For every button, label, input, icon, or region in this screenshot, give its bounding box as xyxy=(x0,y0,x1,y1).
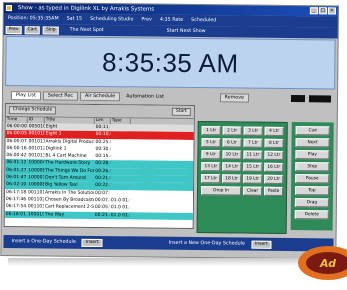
row-id: 100010 xyxy=(27,211,44,218)
hotkey-button[interactable]: 8 Ltr xyxy=(264,138,284,148)
prev-button[interactable]: Prev xyxy=(5,25,22,34)
hotkey-button[interactable]: 9 Ltr xyxy=(201,150,221,160)
cart-button[interactable]: Cart xyxy=(24,25,41,34)
transport-button-next[interactable]: Next xyxy=(295,138,330,148)
hotkey-button[interactable]: 17 Ltr xyxy=(201,174,221,184)
next-show-label: Start Next Show xyxy=(166,28,206,35)
insert-schedule-button[interactable]: Insert xyxy=(81,238,103,247)
row-title: The Way xyxy=(44,212,65,218)
row-length: 00:21.4 xyxy=(94,212,110,218)
level-meter-right xyxy=(308,94,332,102)
minimize-button[interactable]: _ xyxy=(309,7,318,15)
transport-button-top[interactable]: Top xyxy=(294,186,330,196)
prev-readout: Prev xyxy=(141,17,152,23)
transport-button-stop[interactable]: Stop xyxy=(295,162,330,172)
tab-air-schedule[interactable]: Air Schedule xyxy=(79,91,121,101)
hotkey-button[interactable]: 15 Ltr xyxy=(243,162,263,172)
hotkey-button[interactable]: 13 Ltr xyxy=(201,162,221,172)
clock-panel: 8:35:35 AM xyxy=(5,36,336,90)
automation-list-label: Automation List xyxy=(126,93,165,100)
level-meter xyxy=(290,94,306,102)
schedule-bar: Insert a One-Day Schedule Insert Insert … xyxy=(3,235,334,252)
hotkey-button[interactable]: 1 Ltr xyxy=(201,126,221,136)
hotkey-button[interactable]: 20 Ltr xyxy=(264,174,284,184)
hotkey-button[interactable]: 18 Ltr xyxy=(222,174,242,184)
next-spot-label: The Next Spot xyxy=(69,27,104,34)
scheduled-readout: Scheduled xyxy=(191,17,217,24)
transport-buttons: Cue Next Play Stop Pause Top Drag Delete xyxy=(290,122,334,231)
keypad-extra-button[interactable]: Paste xyxy=(263,186,284,196)
insert-new-schedule-label: Insert a New One-Day Schedule xyxy=(168,240,246,247)
transport-button-cue[interactable]: Cue xyxy=(295,126,330,136)
hotkey-button[interactable]: 2 Ltr xyxy=(222,126,242,136)
transport-button-drag[interactable]: Drag xyxy=(294,198,329,208)
position-readout: Position: 05:35:35AM xyxy=(7,16,59,22)
hotkey-button[interactable]: 12 Ltr xyxy=(264,150,284,160)
app-icon xyxy=(5,5,12,12)
transport-button-delete[interactable]: Delete xyxy=(294,210,329,220)
table-row[interactable]: 06:18:01.0 100010 The Way 00:21.4 01.0 01.0 … xyxy=(4,210,193,220)
row-extra: 01.0 01.0 0 xyxy=(110,212,130,218)
window-shadow xyxy=(8,258,330,266)
insert-new-schedule-button[interactable]: Insert xyxy=(250,240,272,249)
window-title: Show - as typed in Digilink XL by Arraki… xyxy=(17,5,155,13)
transport-button-pause[interactable]: Pause xyxy=(295,174,330,184)
row-time: 06:18:01.0 xyxy=(5,211,27,217)
close-button[interactable]: × xyxy=(327,7,336,15)
window-controls: _ □ × xyxy=(309,7,336,15)
hotkey-button[interactable]: 3 Ltr xyxy=(243,126,263,136)
transport-button-play[interactable]: Play xyxy=(295,150,330,160)
insert-schedule-label: Insert a One-Day Schedule xyxy=(11,239,76,245)
hotkey-button[interactable]: 19 Ltr xyxy=(243,174,263,184)
rate-readout: 4:35 Rate xyxy=(159,17,184,23)
skip-button[interactable]: Skip xyxy=(43,25,59,35)
remove-button[interactable]: Remove xyxy=(219,92,250,103)
change-schedule-button[interactable]: Change Schedule xyxy=(8,106,57,115)
keypad-extra-button[interactable]: Clear xyxy=(242,186,263,196)
badge-text: Ad xyxy=(319,257,336,270)
hotkey-button[interactable]: 4 Ltr xyxy=(264,126,284,136)
tab-bar: Play List Select Rec Air Schedule Automa… xyxy=(5,89,335,104)
hotkey-pad: 1 Ltr 2 Ltr 3 Ltr 4 Ltr 5 Ltr 6 Ltr 7 Ltr 8 Ltr… xyxy=(196,121,288,234)
mode-readout: Scheduling Studio xyxy=(90,16,134,23)
hotkey-button[interactable]: 5 Ltr xyxy=(201,138,221,148)
ad-badge-logo: Ad xyxy=(298,246,347,280)
hotkey-button[interactable]: 7 Ltr xyxy=(243,138,263,148)
hotkey-button[interactable]: 16 Ltr xyxy=(264,162,284,172)
playlist-rows: 06:00:00.0 005010 Eight 00:11.7 06:00:05.0 00… xyxy=(4,123,194,220)
drop-in-button[interactable]: Drop In xyxy=(200,186,242,196)
hotkey-button[interactable]: 11 Ltr xyxy=(243,150,263,160)
start-button[interactable]: Start xyxy=(171,107,191,116)
tab-select-rec[interactable]: Select Rec xyxy=(42,90,79,101)
application-window: Show - as typed in Digilink XL by Arraki… xyxy=(0,2,339,260)
hotkey-button[interactable]: 14 Ltr xyxy=(222,162,242,172)
clock-display: 8:35:35 AM xyxy=(101,46,239,78)
hotkey-button[interactable]: 10 Ltr xyxy=(222,150,242,160)
playlist-panel: Change Schedule Start Time ID Title Len … xyxy=(3,103,195,230)
maximize-button[interactable]: □ xyxy=(318,7,327,15)
hotkey-button[interactable]: 6 Ltr xyxy=(222,138,242,148)
tab-play-list[interactable]: Play List xyxy=(10,90,41,100)
day-readout: Sat 15 xyxy=(66,16,83,22)
